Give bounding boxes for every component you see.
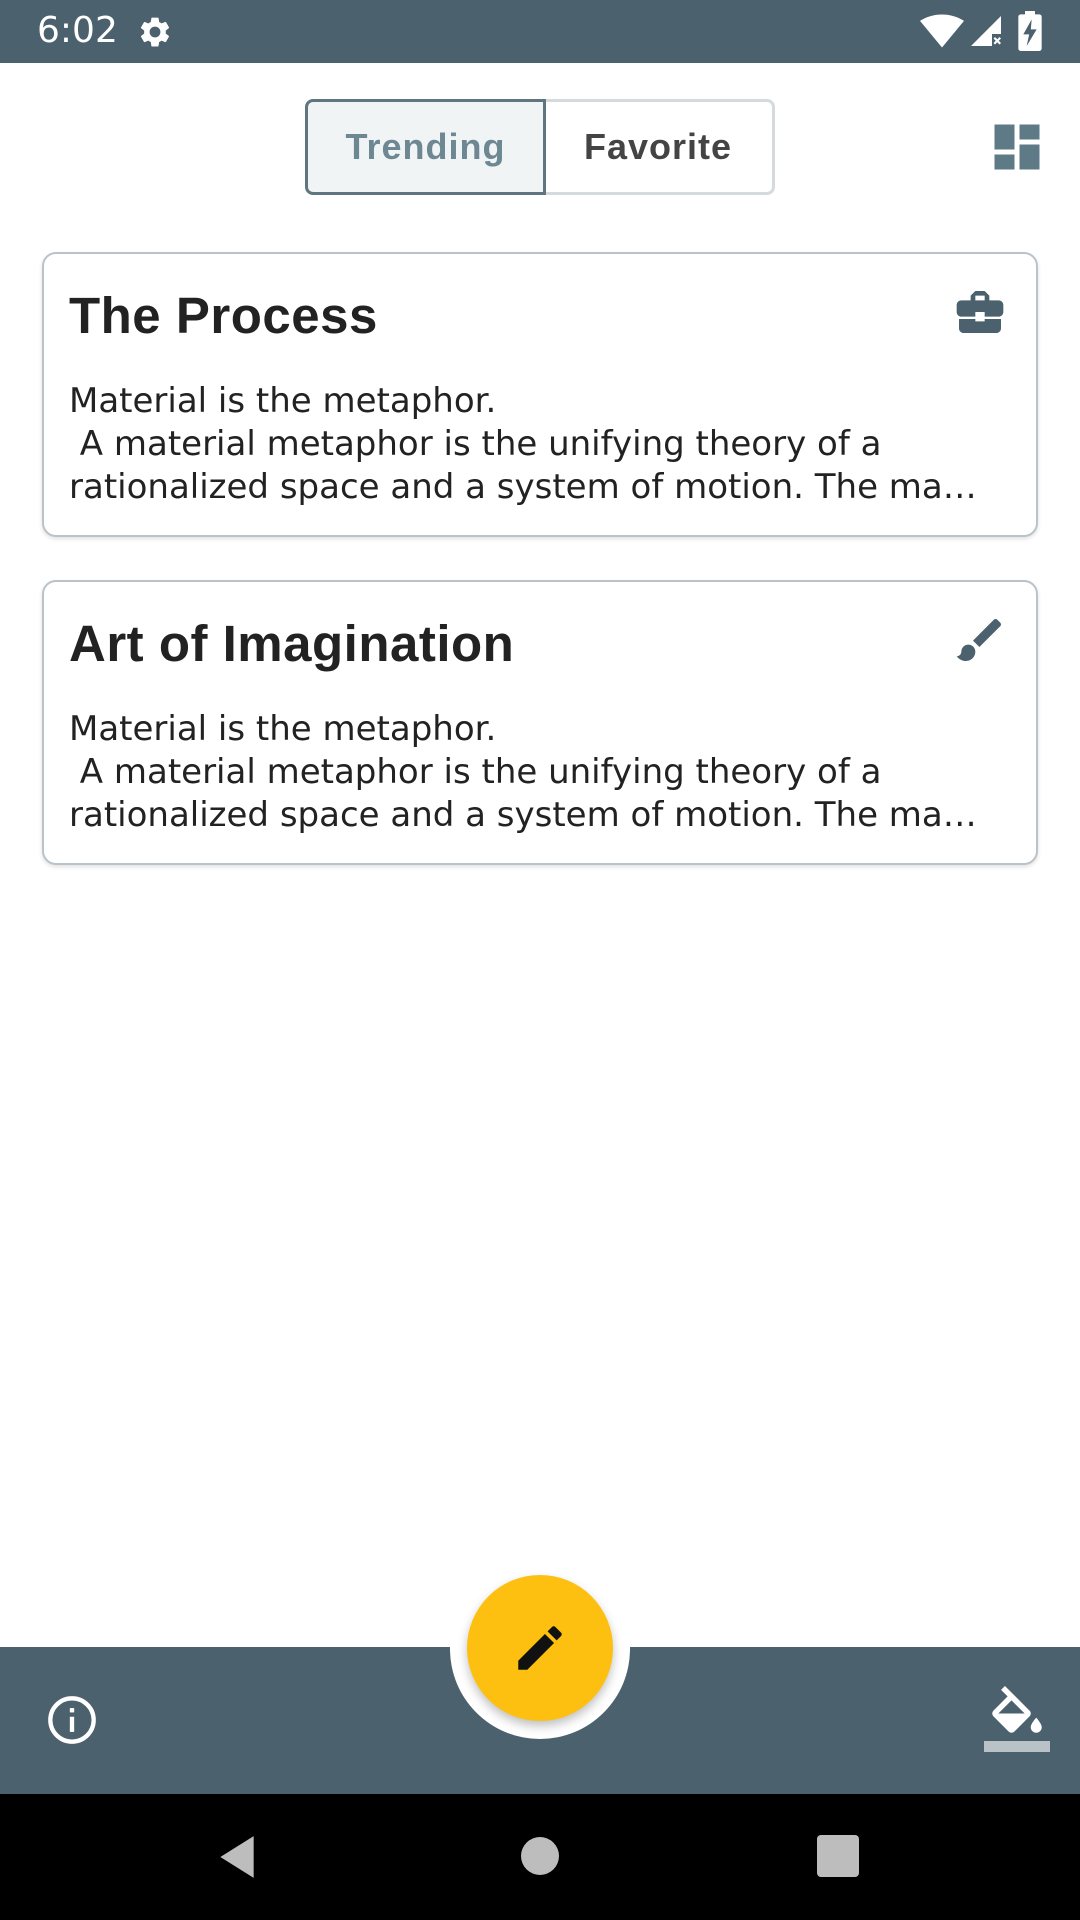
wifi-icon [920,14,964,48]
card-body-line: A material metaphor is the unifying theo… [69,752,882,792]
recent-apps-icon[interactable] [817,1835,859,1877]
status-bar: 6:02 [0,0,1080,63]
pencil-icon [518,1626,562,1670]
info-icon[interactable] [46,1694,98,1746]
tab-trending[interactable]: Trending [305,99,546,195]
card-body-line: A material metaphor is the unifying theo… [69,424,882,464]
brush-icon [956,618,1002,661]
back-icon[interactable] [212,1832,262,1882]
card-body: Material is the metaphor. A material met… [69,708,1009,837]
briefcase-icon [956,291,1004,333]
card-body-line: Material is the metaphor. [69,381,497,421]
new-note-fab[interactable] [467,1575,613,1721]
note-card[interactable]: Art of Imagination Material is the metap… [42,580,1038,865]
dashboard-layout-icon[interactable] [987,117,1047,177]
card-body-line: rationalized space and a system of motio… [69,795,977,835]
note-card[interactable]: The Process Material is the metaphor. A … [42,252,1038,537]
card-title: Art of Imagination [69,615,515,672]
settings-gear-icon [140,17,170,47]
card-body-line: rationalized space and a system of motio… [69,467,977,507]
battery-charging-icon [1018,11,1042,51]
card-title: The Process [69,287,378,344]
status-time: 6:02 [37,10,118,51]
card-body-line: Material is the metaphor. [69,709,497,749]
card-body: Material is the metaphor. A material met… [69,380,1009,509]
tab-toggle-group: Trending Favorite [305,99,775,195]
cell-signal-icon [971,16,1001,46]
format-color-fill-icon[interactable] [984,1686,1050,1752]
home-icon[interactable] [521,1837,559,1875]
tab-favorite[interactable]: Favorite [544,99,775,195]
